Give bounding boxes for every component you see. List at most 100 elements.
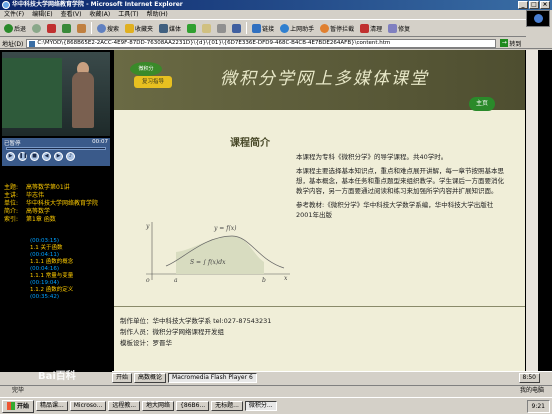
ie-throbber-icon: [526, 10, 550, 27]
blackboard: [2, 58, 62, 128]
links-button[interactable]: 链接: [250, 21, 276, 35]
outline-time[interactable]: (00:03:15): [30, 238, 110, 245]
x-label: x: [284, 275, 288, 282]
minimize-button[interactable]: _: [518, 1, 528, 9]
clean-icon: [360, 23, 370, 33]
system-clock: 9:21: [526, 400, 550, 413]
start-button[interactable]: 开始: [2, 399, 35, 413]
left-panel: 已暂停 00:07 ▶ ❚❚ ■ ◀ ▶ ♪ 主题: 高等数学第01讲 主讲: 毕志…: [0, 50, 112, 372]
taskbar-item[interactable]: Microso...: [69, 401, 107, 411]
status-bar: 完毕 我的电脑: [0, 385, 552, 396]
course-header: 微积分 复习指导 微积分学网上多媒体课堂: [114, 50, 525, 110]
inner-taskbar: 开始 高数概论 Macromedia Flash Player 6 8:50: [112, 371, 552, 383]
back-button[interactable]: 后退: [2, 21, 28, 35]
window-title: 华中科技大学网络教育学院 - Microsoft Internet Explor…: [12, 1, 183, 8]
refresh-icon: [62, 23, 72, 33]
stop-player-icon[interactable]: ■: [30, 152, 39, 161]
address-input[interactable]: C:\MYOD\{868B65E2-2ACC-4E9F-87DD-76308AA…: [26, 38, 497, 48]
home-icon: [77, 23, 87, 33]
favorites-button[interactable]: 收藏夹: [123, 21, 155, 35]
window-titlebar[interactable]: 华中科技大学网络教育学院 - Microsoft Internet Explor…: [0, 0, 552, 10]
media-controls: 已暂停 00:07 ▶ ❚❚ ■ ◀ ▶ ♪: [2, 138, 110, 166]
edit-button[interactable]: [230, 21, 243, 35]
vertical-scrollbar[interactable]: [526, 50, 538, 372]
info-row: 单位: 华中科技大学网络教育学院: [4, 200, 99, 207]
course-description: 本课程为专科《微积分学》的导学课程。共40学时。 本课程主要选择基本知识点，重点…: [296, 152, 506, 224]
toolbar-separator: [91, 22, 93, 34]
menu-tools[interactable]: 工具(T): [118, 10, 138, 19]
star-icon: [125, 23, 135, 33]
player-time: 00:07: [92, 139, 108, 145]
info-row: 简介: 高等数学: [4, 208, 51, 215]
mail-button[interactable]: [200, 21, 213, 35]
outline-item[interactable]: 1.1 关于函数: [30, 245, 110, 252]
menu-file[interactable]: 文件(F): [4, 10, 24, 19]
play-icon[interactable]: ▶: [6, 152, 15, 161]
stop-button[interactable]: [45, 21, 58, 35]
windows-flag-icon: [7, 402, 15, 410]
maximize-button[interactable]: □: [529, 1, 539, 9]
go-arrow-icon: →: [500, 39, 509, 47]
seek-bar[interactable]: [6, 147, 106, 150]
mail-icon: [202, 23, 212, 33]
lecturer: [72, 72, 94, 128]
inner-task-item-active[interactable]: Macromedia Flash Player 6: [168, 372, 257, 383]
edit-icon: [232, 23, 242, 33]
taskbar-item-active[interactable]: 微积分...: [244, 401, 277, 411]
a-label: a: [174, 277, 178, 284]
taskbar-item[interactable]: {86B6...: [176, 401, 210, 411]
integral-label: S = ∫ f(x)dx: [190, 259, 226, 266]
print-button[interactable]: [215, 21, 228, 35]
go-button[interactable]: → 转到: [500, 39, 521, 48]
media-button[interactable]: 媒体: [157, 21, 183, 35]
menu-favorites[interactable]: 收藏(A): [89, 10, 110, 19]
search-icon: [97, 23, 107, 33]
flash-course-page: 微积分 复习指导 微积分学网上多媒体课堂 主页 课程简介 本课程为专科《微积分学…: [114, 50, 525, 372]
outline-item[interactable]: 1.1.1 函数的概念: [30, 259, 110, 266]
forward-button[interactable]: [30, 21, 43, 35]
close-button[interactable]: ×: [540, 1, 550, 9]
taskbar-item[interactable]: 地大网络: [142, 401, 175, 411]
media-icon: [159, 23, 169, 33]
pause-block-button[interactable]: 暂停拦截: [318, 21, 356, 35]
menu-help[interactable]: 帮助(H): [147, 10, 168, 19]
integral-graph: y = f(x) S = ∫ f(x)dx y x o a b: [145, 222, 290, 284]
emblem-top: 微积分: [130, 62, 162, 76]
history-button[interactable]: [185, 21, 198, 35]
taskbar-item[interactable]: 精品课...: [36, 401, 68, 411]
refresh-button[interactable]: [60, 21, 73, 35]
pause-player-icon[interactable]: ❚❚: [18, 152, 27, 161]
clean-button[interactable]: 清理: [358, 21, 384, 35]
upload-helper-button[interactable]: 上网助手: [278, 21, 316, 35]
emblem-bottom: 复习指导: [134, 76, 172, 88]
outline-time[interactable]: (00:19:04): [30, 280, 110, 287]
home-browser-button[interactable]: [75, 21, 88, 35]
address-bar: 地址(D) C:\MYOD\{868B65E2-2ACC-4E9F-87DD-7…: [0, 38, 552, 49]
outline-item[interactable]: 1.1.2 函数的定义: [30, 287, 110, 294]
outline-item[interactable]: 1.1.1 常量与变量: [30, 273, 110, 280]
toolbar: 后退 搜索 收藏夹 媒体 链接 上网助手 暂停拦截 清理 修复: [0, 19, 526, 37]
volume-icon[interactable]: ♪: [66, 152, 75, 161]
search-button[interactable]: 搜索: [95, 21, 121, 35]
menu-view[interactable]: 查看(V): [61, 10, 82, 19]
lecture-video[interactable]: [2, 52, 110, 136]
inner-task-item[interactable]: 高数概论: [134, 372, 167, 383]
outline-time[interactable]: (00:35:42): [30, 294, 110, 301]
outline-time[interactable]: (00:04:16): [30, 266, 110, 273]
b-label: b: [262, 277, 266, 284]
baidu-watermark: Bai百科: [38, 371, 76, 382]
inner-start-button[interactable]: 开始: [112, 372, 133, 383]
prev-icon[interactable]: ◀: [42, 152, 51, 161]
curve-label: y = f(x): [213, 225, 237, 232]
status-text: 完毕: [12, 387, 25, 394]
address-label: 地址(D): [2, 40, 24, 48]
repair-button[interactable]: 修复: [386, 21, 412, 35]
inner-clock: 8:50: [518, 372, 540, 383]
menu-edit[interactable]: 编辑(E): [32, 10, 52, 19]
course-home-button[interactable]: 主页: [469, 97, 495, 111]
taskbar-item[interactable]: 远程教...: [108, 401, 141, 411]
taskbar-item[interactable]: 无标题...: [211, 401, 243, 411]
outline-time[interactable]: (00:04:11): [30, 252, 110, 259]
footer-divider: [114, 306, 525, 307]
next-icon[interactable]: ▶: [54, 152, 63, 161]
